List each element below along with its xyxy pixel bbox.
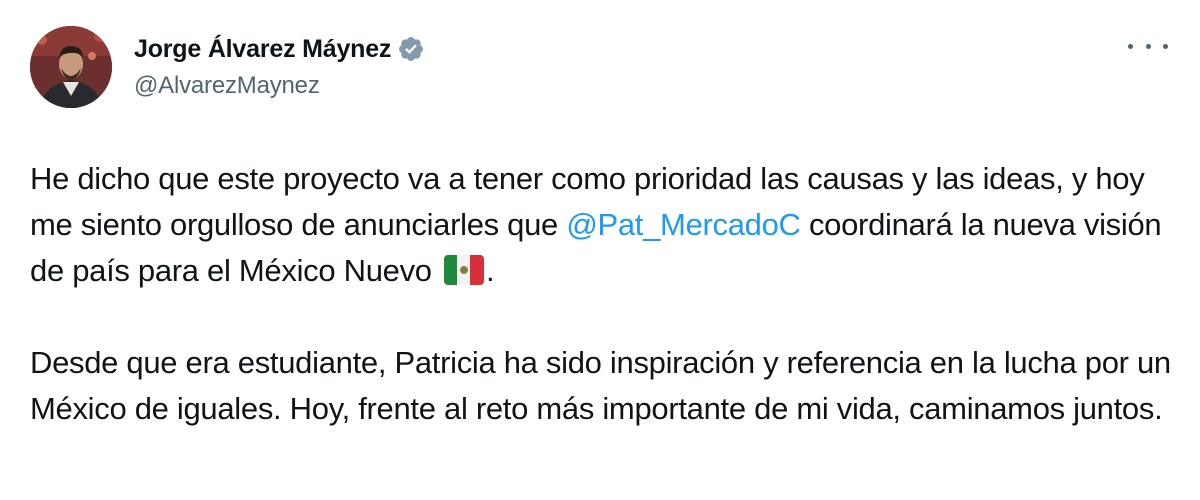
name-row: Jorge Álvarez Máynez	[134, 34, 425, 64]
tweet-paragraph-2: Desde que era estudiante, Patricia ha si…	[30, 345, 1171, 426]
author-handle[interactable]: @AlvarezMaynez	[134, 72, 425, 100]
mexico-flag-icon	[444, 255, 485, 285]
verified-badge-icon	[397, 35, 425, 63]
more-options-icon[interactable]	[1128, 34, 1168, 58]
tweet-text: He dicho que este proyecto va a tener co…	[30, 156, 1180, 432]
tweet-header: Jorge Álvarez Máynez @AlvarezMaynez	[30, 26, 1170, 114]
avatar[interactable]	[30, 26, 112, 108]
tweet-paragraph-1: He dicho que este proyecto va a tener co…	[30, 156, 1180, 294]
avatar-image	[30, 26, 112, 108]
tweet-card: Jorge Álvarez Máynez @AlvarezMaynez He d…	[0, 0, 1200, 500]
mention-link[interactable]: @Pat_MercadoC	[566, 207, 801, 242]
tweet-text-segment: .	[486, 253, 495, 288]
author-display-name[interactable]: Jorge Álvarez Máynez	[134, 35, 391, 64]
author-info: Jorge Álvarez Máynez @AlvarezMaynez	[134, 26, 425, 100]
